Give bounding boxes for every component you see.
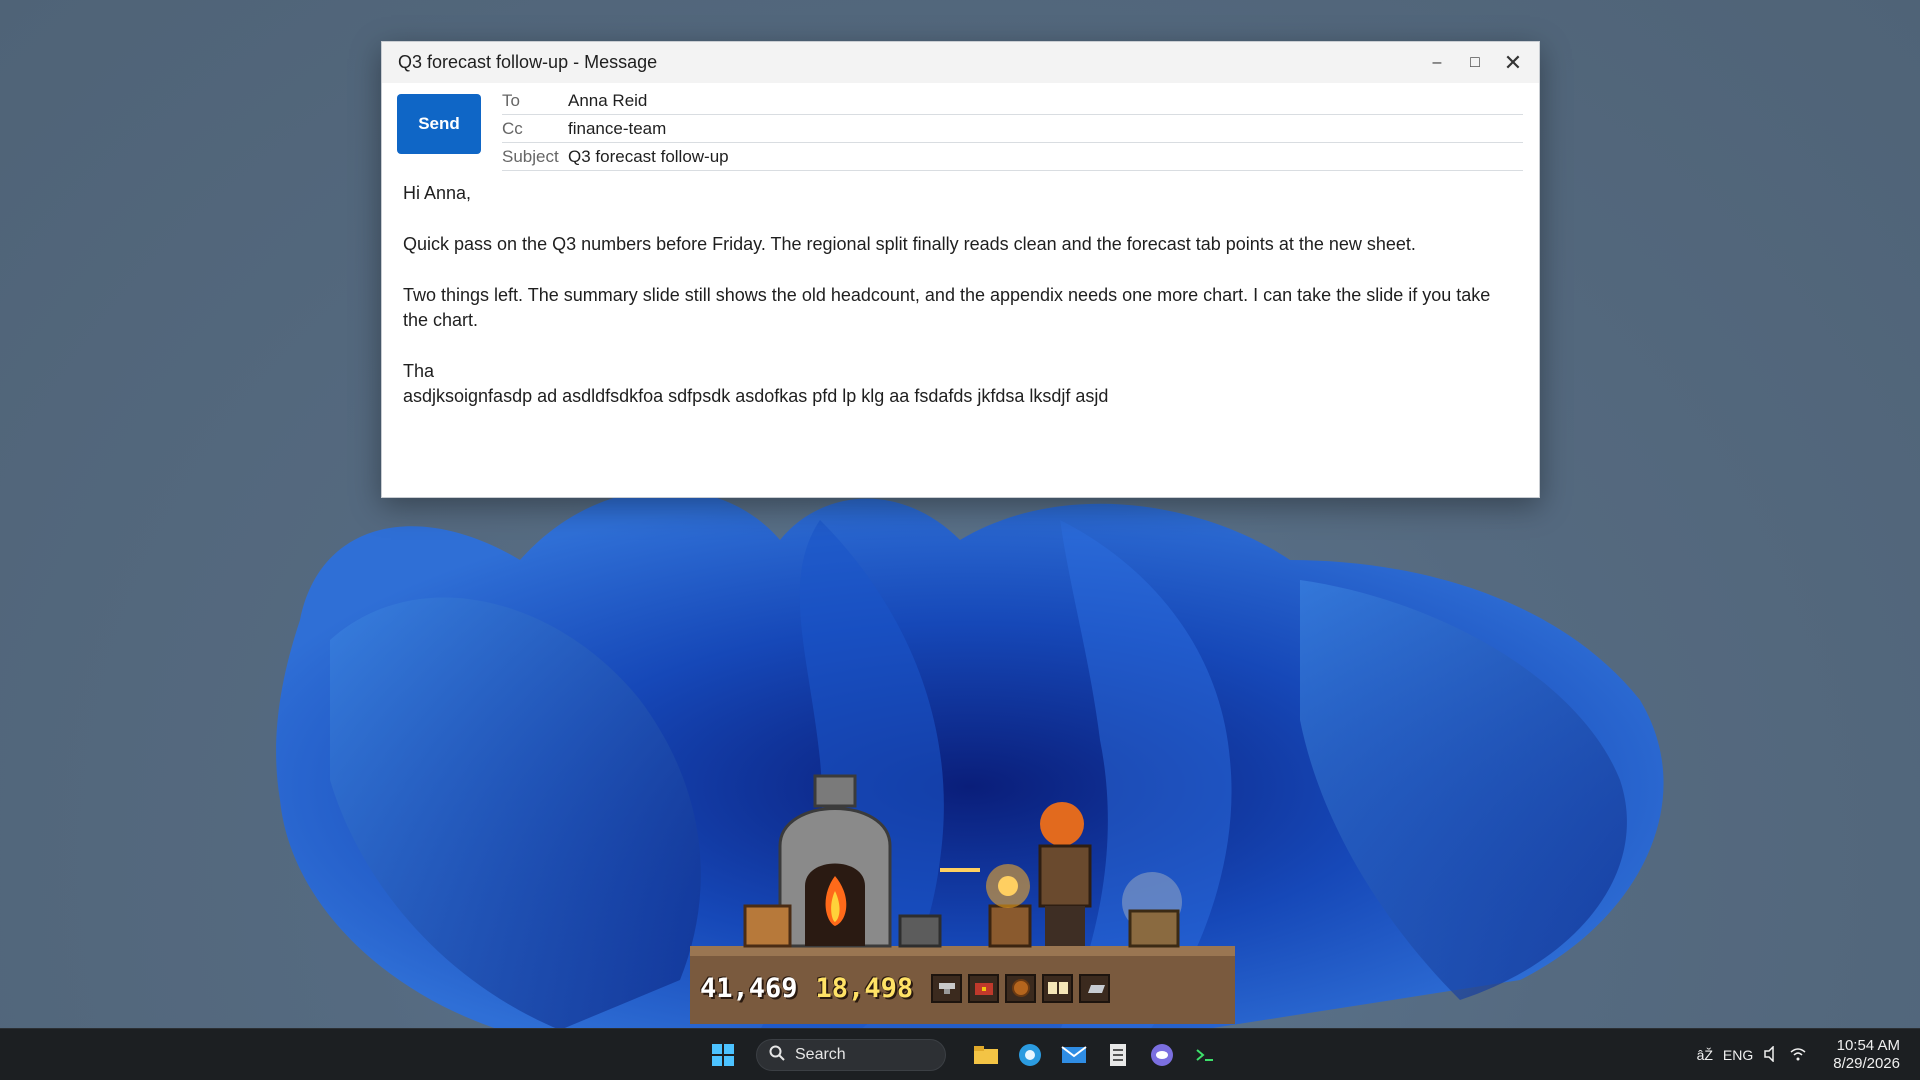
taskbar-search[interactable]: Search xyxy=(756,1039,946,1071)
language-indicator[interactable]: ENG xyxy=(1723,1047,1753,1063)
body-paragraph-1: Quick pass on the Q3 numbers before Frid… xyxy=(403,234,1416,254)
grindstone xyxy=(1122,872,1182,948)
maximize-button[interactable]: □ xyxy=(1457,48,1493,78)
send-button[interactable]: Send xyxy=(397,94,481,154)
file-explorer-icon[interactable] xyxy=(972,1041,1000,1069)
clock-date: 8/29/2026 xyxy=(1833,1055,1900,1072)
gold-counter: 18,498 xyxy=(815,972,914,1004)
notepad-icon[interactable] xyxy=(1104,1041,1132,1069)
coal-bin xyxy=(898,914,942,948)
clock-time: 10:54 AM xyxy=(1836,1037,1900,1054)
chat-icon[interactable] xyxy=(1148,1041,1176,1069)
start-button[interactable] xyxy=(712,1044,734,1066)
hammer-counter: 41,469 xyxy=(700,972,798,1004)
shield-icon[interactable] xyxy=(1005,973,1037,1003)
wood-crate xyxy=(743,904,792,948)
cc-label: Cc xyxy=(502,118,523,138)
message-body[interactable]: Hi Anna, Quick pass on the Q3 numbers be… xyxy=(382,173,1539,409)
search-icon xyxy=(769,1045,785,1066)
subject-value[interactable]: Q3 forecast follow-up xyxy=(568,147,729,167)
edge-icon[interactable] xyxy=(1016,1041,1044,1069)
taskbar-center: Search xyxy=(712,1038,1228,1072)
mail-icon[interactable] xyxy=(1060,1041,1088,1069)
game-hud: 41,469 18,498 xyxy=(700,962,1230,1014)
to-field[interactable]: To Anna Reid xyxy=(502,87,1523,115)
ingot-icon[interactable] xyxy=(1079,973,1111,1003)
body-paragraph-2: Two things left. The summary slide still… xyxy=(403,285,1491,330)
compose-header: Send To Anna Reid Cc finance-team Subjec… xyxy=(382,83,1539,173)
input-indicator[interactable]: âŽ xyxy=(1697,1047,1713,1063)
volume-icon[interactable] xyxy=(1763,1044,1779,1065)
book-icon[interactable] xyxy=(1042,973,1074,1003)
system-tray: âŽ ENG 10:54 AM 8/29/2026 xyxy=(1687,1037,1900,1073)
close-button[interactable]: ✕ xyxy=(1495,48,1531,78)
spark-burst xyxy=(940,864,1030,908)
clock[interactable]: 10:54 AM 8/29/2026 xyxy=(1833,1037,1900,1073)
cc-field[interactable]: Cc finance-team xyxy=(502,115,1523,143)
subject-field[interactable]: Subject Q3 forecast follow-up xyxy=(502,143,1523,171)
search-placeholder: Search xyxy=(795,1046,846,1063)
message-window: Q3 forecast follow-up - Message – □ ✕ Se… xyxy=(381,41,1540,498)
cc-value[interactable]: finance-team xyxy=(568,119,666,139)
minimize-button[interactable]: – xyxy=(1419,48,1455,78)
terminal-icon[interactable] xyxy=(1192,1041,1220,1069)
forge-furnace xyxy=(778,774,892,948)
wifi-icon[interactable] xyxy=(1789,1046,1807,1065)
body-line-3: Tha xyxy=(403,361,435,381)
window-title: Q3 forecast follow-up - Message xyxy=(398,52,658,72)
chest-icon[interactable] xyxy=(968,973,1000,1003)
to-label: To xyxy=(502,90,520,110)
title-bar: Q3 forecast follow-up - Message – □ ✕ xyxy=(382,42,1539,83)
body-line-4: asdjksoignfasdp ad asdldfsdkfoa sdfpsdk … xyxy=(403,386,1109,406)
taskbar: Search âŽ ENG 10:54 AM 8/29/2026 xyxy=(0,1028,1920,1080)
to-value[interactable]: Anna Reid xyxy=(568,91,647,111)
anvil-icon[interactable] xyxy=(931,973,963,1003)
body-greeting: Hi Anna, xyxy=(403,183,472,203)
subject-label: Subject xyxy=(502,146,559,166)
